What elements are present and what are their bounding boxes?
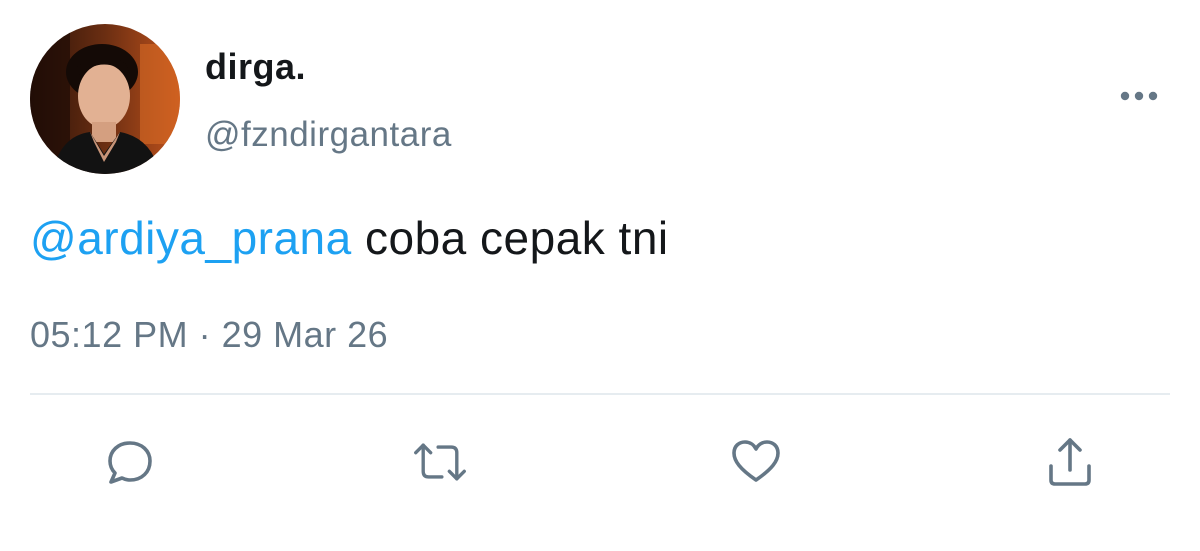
avatar[interactable] (30, 24, 180, 174)
tweet-text: @ardiya_prana coba cepak tni (30, 208, 669, 268)
mention-link[interactable]: @ardiya_prana (30, 212, 352, 264)
share-icon (1049, 438, 1091, 486)
timestamp-separator: · (188, 314, 222, 355)
more-horizontal-icon[interactable] (1118, 86, 1160, 106)
reply-icon (108, 441, 152, 484)
tweet-time: 05:12 PM (30, 314, 189, 355)
user-handle[interactable]: @fzndirgantara (205, 112, 452, 158)
heart-icon (732, 440, 780, 482)
reply-button[interactable] (100, 432, 160, 492)
tweet-date: 29 Mar 26 (221, 314, 389, 355)
like-button[interactable] (726, 432, 786, 492)
retweet-icon (414, 443, 466, 481)
avatar-image (30, 24, 180, 174)
timestamp[interactable]: 05:12 PM · 29 Mar 26 (30, 310, 388, 360)
tweet-body: coba cepak tni (351, 212, 669, 264)
display-name[interactable]: dirga. (205, 42, 306, 92)
divider (30, 393, 1170, 395)
share-button[interactable] (1040, 432, 1100, 492)
retweet-button[interactable] (410, 432, 470, 492)
